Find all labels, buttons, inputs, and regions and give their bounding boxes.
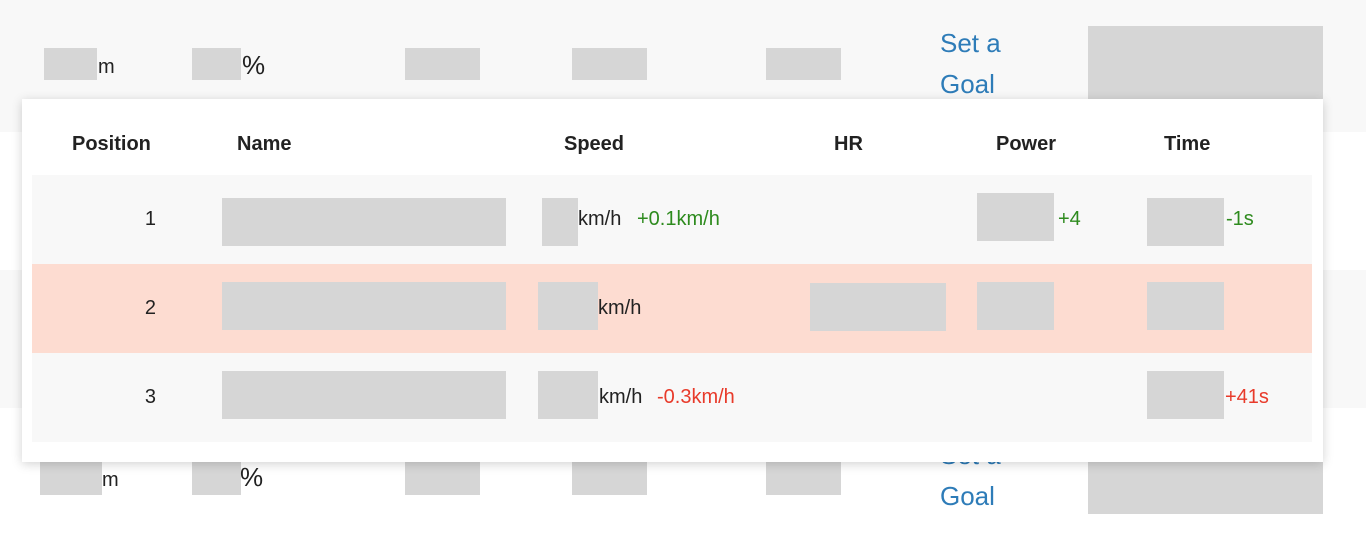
segment-map-redacted [1088,460,1323,514]
speed-delta: +0.1km/h [637,208,720,230]
distance-unit: m [98,56,115,78]
speed-unit: km/h [578,208,622,230]
header-position: Position [72,133,151,155]
header-name: Name [237,133,292,155]
power-delta: +4 [1058,208,1081,230]
speed-value-redacted [542,198,578,246]
hr-value-redacted [810,283,946,331]
time-value-redacted [1147,371,1224,419]
stat-redacted [572,48,647,80]
stat-redacted [572,460,647,495]
power-value-redacted [977,282,1054,330]
speed-unit: km/h [598,297,642,319]
speed-value-redacted [538,282,598,330]
header-hr: HR [834,133,863,155]
time-value-redacted [1147,282,1224,330]
stat-redacted [766,48,841,80]
row-position: 1 [144,208,156,230]
time-value-redacted [1147,198,1224,246]
time-delta: +41s [1225,386,1269,408]
speed-value-redacted [538,371,598,419]
speed-unit: km/h [599,386,643,408]
row-position: 3 [144,386,156,408]
athlete-name-redacted [222,282,506,330]
power-value-redacted [977,193,1054,241]
speed-delta: -0.3km/h [657,386,735,408]
row-position: 2 [144,297,156,319]
athlete-name-redacted [222,198,506,246]
time-delta: -1s [1226,208,1254,230]
grade-unit: % [242,50,266,80]
distance-value-redacted [44,48,97,80]
stat-redacted [405,48,480,80]
distance-unit: m [102,469,119,491]
grade-unit: % [240,462,264,492]
header-power: Power [996,133,1057,155]
distance-value-redacted [40,460,102,495]
stat-redacted [766,460,841,495]
stat-redacted [405,460,480,495]
header-speed: Speed [564,133,625,155]
header-time: Time [1164,133,1211,155]
segment-map-redacted [1088,26,1323,100]
set-goal-link[interactable]: Set a Goal [940,23,1030,105]
grade-value-redacted [192,460,241,495]
athlete-name-redacted [222,371,506,419]
grade-value-redacted [192,48,241,80]
